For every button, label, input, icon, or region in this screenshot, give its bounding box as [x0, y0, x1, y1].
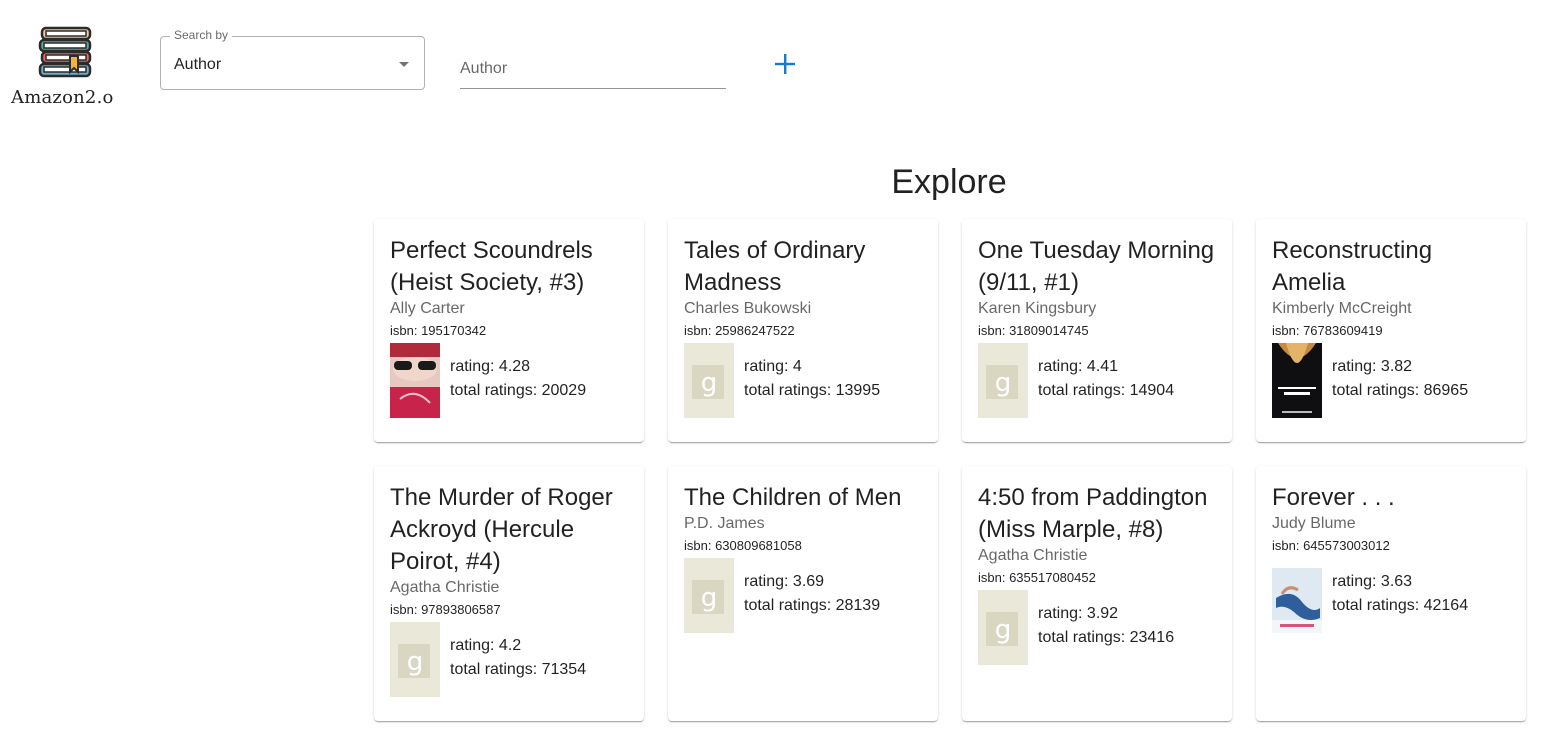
- search-input[interactable]: [460, 52, 726, 86]
- svg-text:g: g: [995, 368, 1012, 398]
- book-isbn: isbn: 195170342: [390, 323, 487, 338]
- book-author: Charles Bukowski: [684, 300, 812, 317]
- logo-text: Amazon2.o: [11, 87, 114, 108]
- book-title: The Children of Men: [684, 484, 902, 511]
- book-isbn: isbn: 645573003012: [1272, 538, 1390, 553]
- book-total-ratings: total ratings: 42164: [1332, 597, 1469, 614]
- placeholder-cover-icon: g: [390, 622, 440, 697]
- book-rating: rating: 4: [744, 358, 802, 375]
- search-field: [460, 52, 726, 89]
- search-by-select[interactable]: Search by Author: [160, 28, 425, 90]
- svg-text:g: g: [995, 615, 1012, 645]
- book-rating: rating: 3.92: [1038, 605, 1119, 622]
- placeholder-cover-icon: g: [978, 343, 1028, 418]
- search-by-value: Author: [174, 56, 222, 73]
- book-title: 4:50 from Paddington (Miss Marple, #8): [978, 484, 1208, 543]
- svg-text:g: g: [701, 368, 718, 398]
- book-isbn: isbn: 97893806587: [390, 602, 501, 617]
- book-rating: rating: 4.28: [450, 358, 531, 375]
- book-cover-image: [1272, 343, 1322, 418]
- book-rating: rating: 3.82: [1332, 358, 1413, 375]
- caret-down-icon: [399, 62, 409, 67]
- book-total-ratings: total ratings: 71354: [450, 661, 587, 678]
- book-total-ratings: total ratings: 28139: [744, 597, 881, 614]
- book-cover-image: [1272, 558, 1322, 633]
- book-author: Judy Blume: [1272, 515, 1356, 532]
- book-total-ratings: total ratings: 86965: [1332, 382, 1469, 399]
- page-title: Explore: [891, 163, 1007, 201]
- books-icon: [38, 26, 92, 78]
- svg-text:g: g: [701, 583, 718, 613]
- book-author: Agatha Christie: [390, 579, 500, 596]
- app-logo: Amazon2.o: [8, 24, 126, 108]
- book-isbn: isbn: 630809681058: [684, 538, 802, 553]
- book-isbn: isbn: 76783609419: [1272, 323, 1383, 338]
- book-rating: rating: 3.69: [744, 573, 825, 590]
- placeholder-cover-icon: g: [684, 343, 734, 418]
- book-title: Tales of Ordinary Madness: [684, 237, 866, 296]
- placeholder-cover-icon: g: [978, 590, 1028, 665]
- book-rating: rating: 3.63: [1332, 573, 1413, 590]
- book-title: Reconstructing Amelia: [1272, 237, 1433, 296]
- book-author: Karen Kingsbury: [978, 300, 1097, 317]
- book-title: The Murder of Roger Ackroyd (Hercule Poi…: [390, 484, 613, 575]
- search-by-label: Search by: [170, 28, 233, 42]
- book-isbn: isbn: 31809014745: [978, 323, 1089, 338]
- book-grid: Perfect Scoundrels (Heist Society, #3) A…: [374, 219, 1526, 721]
- book-card[interactable]: Perfect Scoundrels (Heist Society, #3) A…: [374, 219, 644, 442]
- book-total-ratings: total ratings: 23416: [1038, 629, 1175, 646]
- book-card[interactable]: Reconstructing Amelia Kimberly McCreight…: [1256, 219, 1526, 442]
- book-isbn: isbn: 25986247522: [684, 323, 795, 338]
- book-title: One Tuesday Morning (9/11, #1): [978, 237, 1215, 296]
- plus-icon: [775, 54, 795, 74]
- book-total-ratings: total ratings: 20029: [450, 382, 587, 399]
- book-card[interactable]: 4:50 from Paddington (Miss Marple, #8) A…: [962, 466, 1232, 721]
- add-button[interactable]: [766, 45, 804, 83]
- book-card[interactable]: The Murder of Roger Ackroyd (Hercule Poi…: [374, 466, 644, 721]
- book-total-ratings: total ratings: 13995: [744, 382, 881, 399]
- placeholder-cover-icon: g: [684, 558, 734, 633]
- book-title: Forever . . .: [1272, 484, 1395, 511]
- book-rating: rating: 4.41: [1038, 358, 1119, 375]
- book-card[interactable]: One Tuesday Morning (9/11, #1) Karen Kin…: [962, 219, 1232, 442]
- book-total-ratings: total ratings: 14904: [1038, 382, 1175, 399]
- book-rating: rating: 4.2: [450, 637, 522, 654]
- book-author: Agatha Christie: [978, 547, 1088, 564]
- book-author: Ally Carter: [390, 300, 465, 317]
- book-card[interactable]: Tales of Ordinary Madness Charles Bukows…: [668, 219, 938, 442]
- book-author: Kimberly McCreight: [1272, 300, 1412, 317]
- book-card[interactable]: Forever . . . Judy Blume isbn: 645573003…: [1256, 466, 1526, 721]
- book-title: Perfect Scoundrels (Heist Society, #3): [390, 237, 593, 296]
- book-isbn: isbn: 635517080452: [978, 570, 1096, 585]
- book-card[interactable]: The Children of Men P.D. James isbn: 630…: [668, 466, 938, 721]
- book-cover-image: [390, 343, 440, 418]
- book-author: P.D. James: [684, 515, 765, 532]
- svg-text:g: g: [407, 647, 424, 677]
